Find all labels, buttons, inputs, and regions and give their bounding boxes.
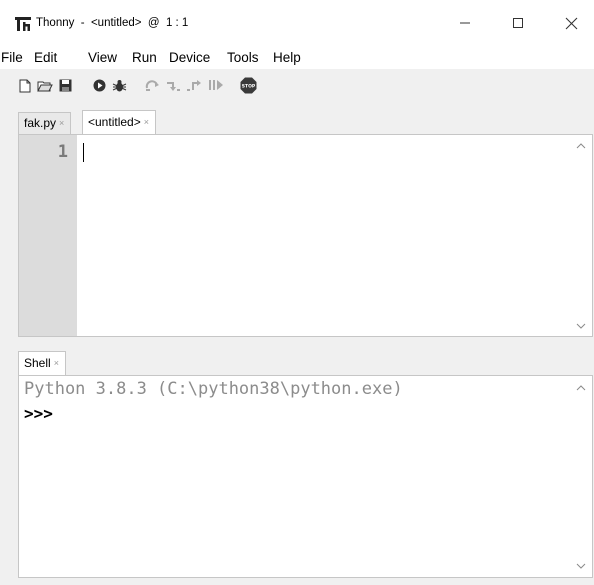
new-file-icon[interactable] xyxy=(19,79,31,93)
shell-banner: Python 3.8.3 (C:\python38\python.exe) xyxy=(24,379,403,399)
text-cursor xyxy=(83,143,84,162)
debug-icon[interactable] xyxy=(112,79,127,93)
python-shell[interactable]: Python 3.8.3 (C:\python38\python.exe) >>… xyxy=(18,375,593,578)
scroll-up-icon[interactable] xyxy=(576,383,586,393)
toolbar xyxy=(0,69,594,107)
tab-label: Shell xyxy=(24,356,51,370)
close-icon xyxy=(565,17,577,29)
title-bar: Thonny - <untitled> @ 1 : 1 xyxy=(0,0,594,46)
menu-bar: File Edit View Run Device Tools Help xyxy=(0,46,594,69)
menu-help[interactable]: Help xyxy=(273,50,301,65)
window-title: Thonny - <untitled> @ 1 : 1 xyxy=(36,17,188,29)
app-name: Thonny xyxy=(36,17,75,29)
menu-edit[interactable]: Edit xyxy=(34,50,57,65)
tab-shell[interactable]: Shell × xyxy=(18,351,66,375)
menu-tools[interactable]: Tools xyxy=(227,50,259,65)
shell-tab-strip: Shell × xyxy=(0,351,594,375)
close-button[interactable] xyxy=(548,0,594,46)
menu-view[interactable]: View xyxy=(88,50,117,65)
document-title: - <untitled> @ 1 : 1 xyxy=(74,17,189,29)
scroll-up-icon[interactable] xyxy=(576,141,586,151)
minimize-icon xyxy=(460,22,470,24)
tab-label: fak.py xyxy=(24,116,57,130)
save-icon[interactable] xyxy=(59,79,72,92)
tab-close-icon[interactable]: × xyxy=(144,117,149,127)
code-editor[interactable]: 1 xyxy=(18,134,593,337)
thonny-app-icon xyxy=(15,17,31,31)
tab-untitled[interactable]: <untitled> × xyxy=(82,110,156,134)
tab-close-icon[interactable]: × xyxy=(54,358,59,368)
line-number-gutter: 1 xyxy=(19,135,77,336)
scroll-down-icon[interactable] xyxy=(576,321,586,331)
open-file-icon[interactable] xyxy=(37,79,53,93)
menu-file[interactable]: File xyxy=(1,50,23,65)
tab-fak-py[interactable]: fak.py × xyxy=(18,112,72,134)
stop-icon[interactable]: STOP xyxy=(240,77,257,94)
line-number: 1 xyxy=(57,142,68,162)
maximize-icon xyxy=(513,18,523,28)
step-into-icon xyxy=(167,82,180,91)
step-over-icon xyxy=(145,80,159,91)
maximize-button[interactable] xyxy=(495,0,541,46)
run-icon[interactable] xyxy=(93,79,106,92)
editor-tab-strip: fak.py × <untitled> × xyxy=(0,110,594,134)
shell-prompt: >>> xyxy=(24,404,53,423)
step-out-icon xyxy=(187,80,201,91)
menu-device[interactable]: Device xyxy=(169,50,210,65)
tab-label: <untitled> xyxy=(88,115,141,129)
minimize-button[interactable] xyxy=(442,0,488,46)
scroll-down-icon[interactable] xyxy=(576,561,586,571)
menu-run[interactable]: Run xyxy=(132,50,157,65)
tab-close-icon[interactable]: × xyxy=(59,118,64,128)
stop-label: STOP xyxy=(242,84,256,90)
resume-icon xyxy=(209,80,223,90)
